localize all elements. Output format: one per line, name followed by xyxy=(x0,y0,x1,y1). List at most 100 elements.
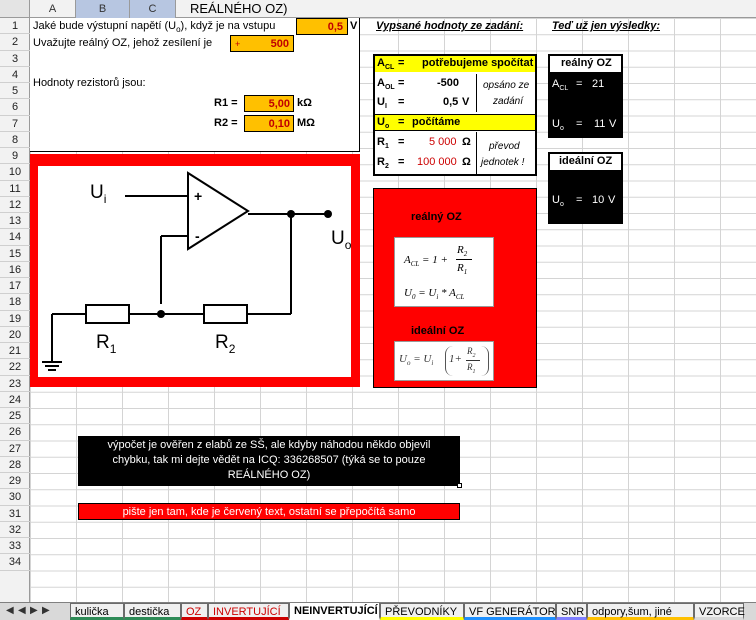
r2-label: R2 = xyxy=(214,117,238,129)
column-header-c[interactable]: C xyxy=(130,0,176,18)
row-header-26[interactable]: 26 xyxy=(0,424,30,441)
row-header-32[interactable]: 32 xyxy=(0,522,30,538)
row-header-21[interactable]: 21 xyxy=(0,343,30,360)
ideal-paren-text: 1+ xyxy=(449,353,462,365)
row-header-29[interactable]: 29 xyxy=(0,473,30,490)
row-header-13[interactable]: 13 xyxy=(0,213,30,230)
question-2: Uvažujte reálný OZ, jehož zesílení je xyxy=(33,37,213,49)
row-header-8[interactable]: 8 xyxy=(0,132,30,148)
input-voltage-unit: V xyxy=(350,20,358,32)
gain-field[interactable]: + 500 xyxy=(230,35,294,52)
next-sheet-button[interactable]: ▶ xyxy=(30,605,38,616)
r1-input-field[interactable]: 5,00 xyxy=(244,95,294,112)
conv-note-2: jednotek ! xyxy=(481,157,525,168)
r2-unit: MΩ xyxy=(297,117,315,129)
verification-note[interactable]: výpočet je ověřen z elabů ze SŠ, ale kdy… xyxy=(78,436,460,486)
real-acl-eq: = xyxy=(576,78,583,90)
ideal-uo-label: Uo xyxy=(552,194,564,209)
results-title: Teď už jen výsledky: xyxy=(552,20,660,32)
real-uo-unit: V xyxy=(609,118,617,130)
row-header-19[interactable]: 19 xyxy=(0,311,30,327)
row-header-34[interactable]: 34 xyxy=(0,554,30,571)
sheet-tab-8[interactable]: odpory,šum, jiné xyxy=(587,603,694,620)
resize-handle[interactable] xyxy=(457,483,462,488)
title-cell-text: REÁLNÉHO OZ) xyxy=(190,1,288,16)
circuit-r1-label: R1 xyxy=(96,332,117,356)
prev-sheet-button[interactable]: ◀ xyxy=(18,605,26,616)
row-header-17[interactable]: 17 xyxy=(0,278,30,295)
last-sheet-button[interactable]: ▶ xyxy=(42,605,50,616)
row-header-22[interactable]: 22 xyxy=(0,359,30,376)
row-header-7[interactable]: 7 xyxy=(0,116,30,132)
row-header-5[interactable]: 5 xyxy=(0,83,30,100)
row-header-24[interactable]: 24 xyxy=(0,392,30,408)
row-header-1[interactable]: 1 xyxy=(0,18,30,35)
row-header-2[interactable]: 2 xyxy=(0,34,30,51)
row-header-10[interactable]: 10 xyxy=(0,164,30,181)
uo-label: Uo xyxy=(377,116,390,131)
real-uo-eq: = xyxy=(576,118,583,130)
row-header-31[interactable]: 31 xyxy=(0,506,30,522)
row-header-15[interactable]: 15 xyxy=(0,246,30,262)
verification-line-2: chybku, tak mi dejte vědět na ICQ: 33626… xyxy=(112,454,426,466)
row-header-27[interactable]: 27 xyxy=(0,441,30,457)
resistor-heading: Hodnoty rezistorů jsou: xyxy=(33,77,146,89)
row-header-30[interactable]: 30 xyxy=(0,489,30,506)
r1-given-value: 5 000 xyxy=(429,136,457,148)
ideal-uo-eq: = xyxy=(576,194,583,206)
sheet-tab-4[interactable]: NEINVERTUJÍCÍ xyxy=(289,603,380,620)
row-header-bar: 1 2 3 4 5 6 7 8 9 10 11 12 13 14 15 16 17 18 19 20 21 22 23 24 2… xyxy=(0,18,30,603)
column-header-a[interactable]: A xyxy=(30,0,76,18)
conv-note-1: převod xyxy=(489,141,520,152)
sheet-tab-5[interactable]: PŘEVODNÍKY xyxy=(380,603,464,620)
row-header-20[interactable]: 20 xyxy=(0,327,30,343)
column-header-b[interactable]: B xyxy=(76,0,130,18)
first-sheet-button[interactable]: ◀ xyxy=(6,605,14,616)
r1-given-unit: Ω xyxy=(462,136,471,148)
sheet-tab-6[interactable]: VF GENERÁTOR xyxy=(464,603,556,620)
row-header-23[interactable]: 23 xyxy=(0,376,30,392)
row-header-9[interactable]: 9 xyxy=(0,148,30,165)
uo-text: počítáme xyxy=(412,116,461,128)
r1-unit: kΩ xyxy=(297,97,312,109)
row-header-3[interactable]: 3 xyxy=(0,51,30,67)
copy-note-1: opsáno ze xyxy=(483,80,530,91)
row-header-18[interactable]: 18 xyxy=(0,294,30,311)
real-acl-label: ACL xyxy=(552,78,569,93)
ideal-uo-value: 10 xyxy=(592,194,605,206)
ui-unit: V xyxy=(462,96,470,108)
row-header-4[interactable]: 4 xyxy=(0,67,30,83)
sheet-tab-2[interactable]: OZ xyxy=(181,603,208,620)
resistor-r2-shape xyxy=(203,304,248,324)
sheet-tab-7[interactable]: SNR xyxy=(556,603,587,620)
uo-eq: = xyxy=(398,116,405,128)
resistor-r1-shape xyxy=(85,304,130,324)
real-fraction-bar xyxy=(456,259,472,260)
row-header-6[interactable]: 6 xyxy=(0,99,30,116)
select-all-corner[interactable] xyxy=(0,0,30,18)
r2-given-label: R2 xyxy=(377,156,389,171)
row-header-16[interactable]: 16 xyxy=(0,262,30,278)
real-uo-label: Uo xyxy=(552,118,564,133)
row-header-33[interactable]: 33 xyxy=(0,538,30,555)
sheet-tab-9[interactable]: VZORCE xyxy=(694,603,745,620)
real-formula-den: R1 xyxy=(457,262,468,277)
circuit-ui-label: Ui xyxy=(90,182,107,206)
row-header-11[interactable]: 11 xyxy=(0,181,30,197)
sheet-tab-0[interactable]: kulička xyxy=(70,603,124,620)
ui-eq: = xyxy=(398,96,405,108)
real-formula-acl: ACL = 1 + xyxy=(404,254,448,269)
r2-input-field[interactable]: 0,10 xyxy=(244,115,294,132)
sheet-tab-1[interactable]: destička xyxy=(124,603,181,620)
row-header-28[interactable]: 28 xyxy=(0,457,30,473)
row-header-12[interactable]: 12 xyxy=(0,197,30,213)
input-voltage-field[interactable]: 0,5 xyxy=(296,18,348,35)
ui-value: 0,5 xyxy=(443,96,459,108)
row-header-25[interactable]: 25 xyxy=(0,408,30,425)
ideal-formula-lhs: Uo = Ui xyxy=(399,353,434,368)
r1-given-eq: = xyxy=(398,136,405,148)
ideal-formula-title: ideální OZ xyxy=(411,325,465,337)
row-header-14[interactable]: 14 xyxy=(0,229,30,246)
sheet-tab-3[interactable]: INVERTUJÍCÍ xyxy=(208,603,289,620)
aol-value: -500 xyxy=(437,77,460,89)
